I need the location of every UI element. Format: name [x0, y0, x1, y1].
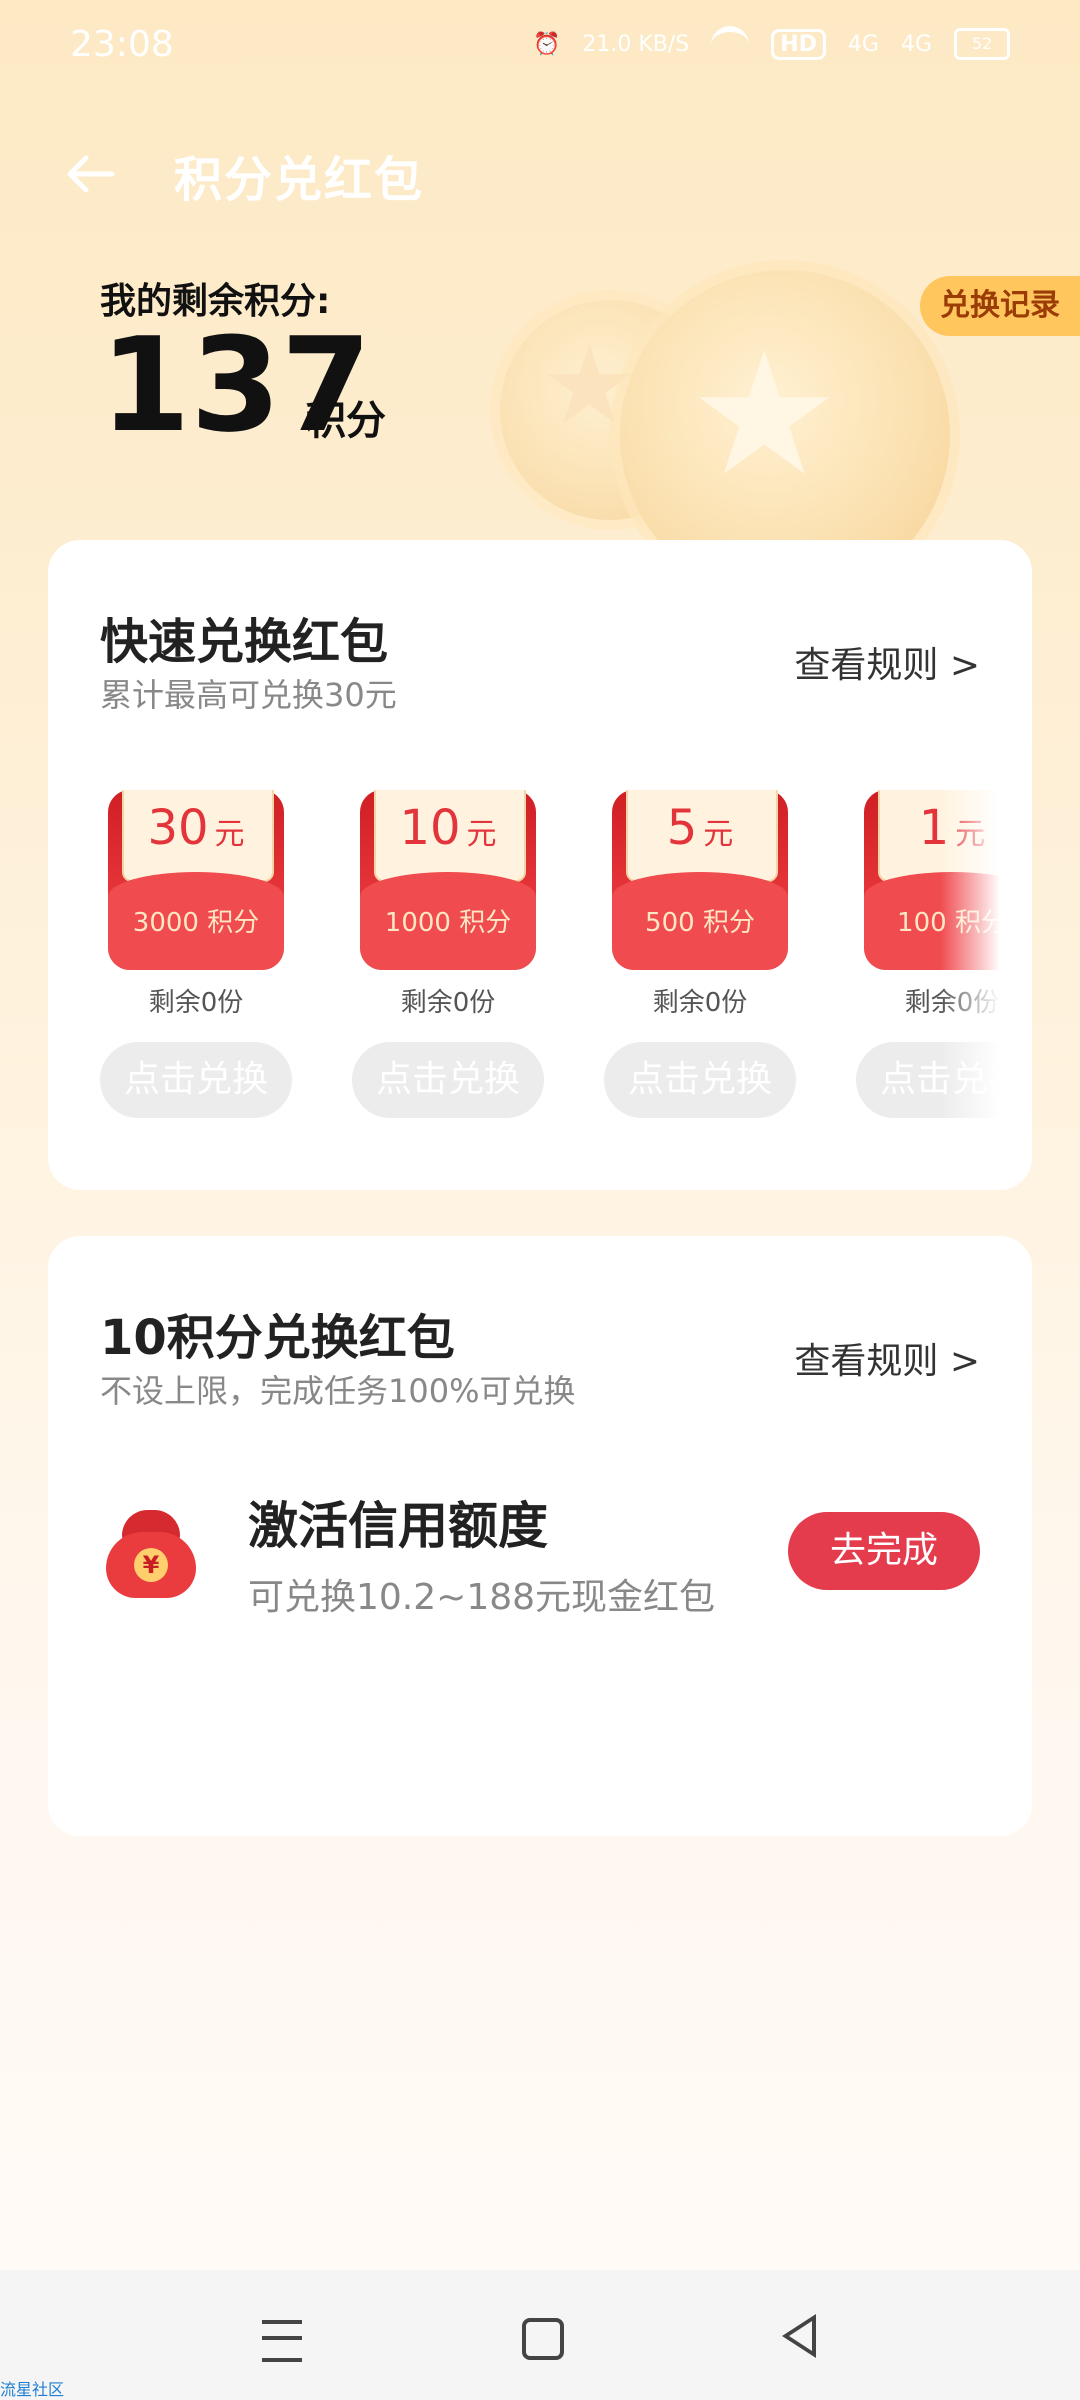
packet-unit: 元 — [214, 817, 245, 852]
network-speed: 21.0 KB/S — [582, 31, 690, 57]
packet-points: 3000 积分 — [132, 908, 260, 938]
quick-exchange-subtitle: 累计最高可兑换30元 — [100, 676, 397, 714]
signal-4g-icon: 4G — [847, 31, 879, 57]
packet-unit: 元 — [955, 817, 986, 852]
back-triangle-icon[interactable] — [782, 2314, 816, 2358]
packet-amount: 10 — [399, 800, 461, 856]
ten-points-title: 10积分兑换红包 — [100, 1310, 455, 1366]
hd-icon: HD — [771, 28, 826, 60]
top-bar: 积分兑红包 — [0, 130, 1080, 220]
back-arrow-icon[interactable] — [62, 144, 122, 204]
ten-points-subtitle: 不设上限，完成任务100%可兑换 — [100, 1372, 576, 1410]
red-packet-icon: 10 元 1000 积分 — [360, 790, 536, 970]
system-nav-bar — [0, 2270, 1080, 2400]
packet-amount: 30 — [147, 800, 209, 856]
star-icon: ★ — [540, 321, 639, 449]
exchange-button[interactable]: 点击兑换 — [604, 1042, 796, 1118]
ten-points-card: 10积分兑换红包 不设上限，完成任务100%可兑换 查看规则 > ¥ 激活信用额… — [48, 1236, 1032, 1836]
signal-4g-icon-2: 4G — [900, 31, 932, 57]
quick-exchange-card: 快速兑换红包 累计最高可兑换30元 查看规则 > 30 元 3000 积分 剩余0… — [48, 540, 1032, 1190]
go-complete-button[interactable]: 去完成 — [788, 1512, 980, 1590]
task-description: 可兑换10.2~188元现金红包 — [248, 1577, 716, 1618]
packet-remain: 剩余0份 — [400, 988, 496, 1018]
red-packet-list: 30 元 3000 积分 剩余0份 点击兑换 10 元 1000 积分 剩余0份 点… — [100, 790, 1000, 1170]
star-icon-large: ★ — [688, 316, 841, 514]
packet-remain: 剩余0份 — [652, 988, 748, 1018]
exchange-button[interactable]: 点击兑换 — [352, 1042, 544, 1118]
packet-points: 500 积分 — [645, 908, 755, 938]
packet-amount: 1 — [918, 800, 950, 856]
points-unit: 积分 — [306, 398, 386, 444]
view-rules-link[interactable]: 查看规则 > — [794, 636, 980, 688]
exchange-button[interactable]: 点击兑换 — [856, 1042, 1000, 1118]
quick-exchange-title: 快速兑换红包 — [100, 614, 389, 670]
exchange-record-button[interactable]: 兑换记录 — [920, 276, 1080, 336]
red-packet-icon: 30 元 3000 积分 — [108, 790, 284, 970]
packet-remain: 剩余0份 — [148, 988, 244, 1018]
red-packet-icon: 5元 500 积分 — [612, 790, 788, 970]
home-icon[interactable] — [522, 2318, 564, 2360]
status-icons: ⏰ 21.0 KB/S HD 4G 4G 52 — [533, 26, 1010, 62]
packet-unit: 元 — [703, 817, 734, 852]
status-time: 23:08 — [70, 24, 174, 65]
status-bar: 23:08 ⏰ 21.0 KB/S HD 4G 4G 52 — [0, 0, 1080, 96]
money-bag-icon: ¥ — [102, 1502, 200, 1598]
packet-points: 100 积分 — [897, 908, 1000, 938]
page-title: 积分兑红包 — [174, 152, 425, 208]
task-title: 激活信用额度 — [248, 1497, 548, 1555]
menu-icon[interactable] — [262, 2320, 302, 2362]
packet-amount: 5 — [666, 800, 698, 856]
exchange-button[interactable]: 点击兑换 — [100, 1042, 292, 1118]
view-rules-link[interactable]: 查看规则 > — [794, 1332, 980, 1384]
wifi-icon — [711, 26, 750, 62]
alarm-icon: ⏰ — [532, 31, 561, 57]
packet-unit: 元 — [466, 817, 497, 852]
battery-icon: 52 — [954, 28, 1010, 60]
red-packet-icon: 1元 100 积分 — [864, 790, 1000, 970]
packet-points: 1000 积分 — [384, 908, 512, 938]
packet-remain: 剩余0份 — [904, 988, 1000, 1018]
watermark: 流星社区 — [0, 2380, 65, 2399]
